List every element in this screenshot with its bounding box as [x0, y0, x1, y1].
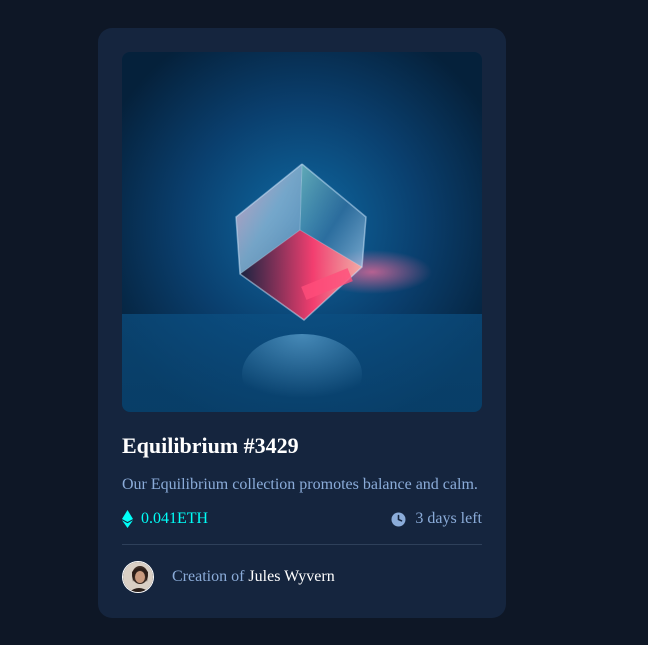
creator-prefix: Creation of — [172, 568, 245, 585]
nft-title[interactable]: Equilibrium #3429 — [122, 434, 482, 458]
time-left-value: 3 days left — [415, 510, 482, 527]
clock-icon — [391, 512, 406, 526]
price-value: 0.041ETH — [141, 510, 209, 527]
price-stat: 0.041ETH — [122, 510, 208, 528]
nft-image[interactable] — [122, 52, 482, 412]
ethereum-icon — [122, 510, 133, 528]
creator-name-link[interactable]: Jules Wyvern — [248, 568, 334, 585]
avatar — [122, 561, 154, 593]
nft-description: Our Equilibrium collection promotes bala… — [122, 476, 478, 493]
cube-artwork — [122, 52, 482, 412]
nft-card: Equilibrium #3429 Our Equilibrium collec… — [98, 28, 506, 618]
nft-stats: 0.041ETH 3 days left — [122, 508, 482, 530]
divider — [122, 544, 482, 545]
creator-row: Creation of Jules Wyvern — [122, 561, 482, 593]
time-stat: 3 days left — [390, 510, 482, 528]
creator-attribution: Creation of Jules Wyvern — [172, 568, 335, 586]
